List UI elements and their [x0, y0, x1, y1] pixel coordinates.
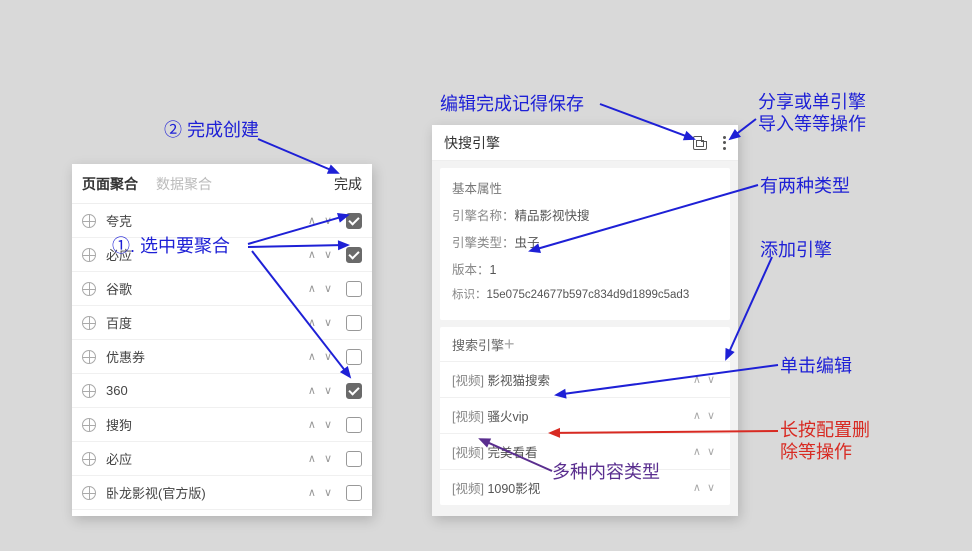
field-value: 精品影视快搜: [515, 209, 590, 223]
chevron-down-icon[interactable]: ∨: [324, 248, 332, 261]
engine-label: 优惠券: [106, 347, 304, 366]
field-value: 15e075c24677b597c834d9d1899c5ad3: [487, 289, 690, 301]
checkbox[interactable]: [346, 417, 362, 433]
list-item[interactable]: 必应 ∧ ∨: [72, 442, 372, 476]
checkbox[interactable]: [346, 451, 362, 467]
annotation: 多种内容类型: [552, 458, 660, 484]
version-row[interactable]: 版本：1: [452, 259, 718, 278]
chevron-down-icon[interactable]: ∨: [707, 481, 715, 494]
list-item[interactable]: 搜狗 ∧ ∨: [72, 408, 372, 442]
engine-label: 360: [106, 383, 304, 398]
basic-attributes-card: 基本属性 引擎名称：精品影视快搜 引擎类型：虫子 版本：1 标识：15e075c…: [440, 168, 730, 320]
chevron-up-icon[interactable]: ∧: [693, 445, 701, 458]
globe-icon: [82, 384, 96, 398]
annotation: 有两种类型: [760, 172, 850, 198]
content-tag: [视频]: [452, 442, 484, 461]
globe-icon: [82, 452, 96, 466]
list-item[interactable]: 动漫010 ∧ ∨: [72, 510, 372, 516]
chevron-up-icon[interactable]: ∧: [308, 248, 316, 261]
chevron-up-icon[interactable]: ∧: [308, 486, 316, 499]
globe-icon: [82, 214, 96, 228]
chevron-down-icon[interactable]: ∨: [324, 282, 332, 295]
section-title: 基本属性: [452, 178, 718, 197]
engine-name: 骚火vip: [487, 406, 528, 425]
chevron-up-icon[interactable]: ∧: [308, 418, 316, 431]
chevron-up-icon[interactable]: ∧: [693, 481, 701, 494]
chevron-up-icon[interactable]: ∧: [308, 282, 316, 295]
globe-icon: [82, 418, 96, 432]
id-row[interactable]: 标识：15e075c24677b597c834d9d1899c5ad3: [452, 286, 718, 302]
list-item[interactable]: 谷歌 ∧ ∨: [72, 272, 372, 306]
engine-label: 卧龙影视(官方版): [106, 483, 304, 502]
content-tag: [视频]: [452, 406, 484, 425]
checkbox[interactable]: [346, 485, 362, 501]
reorder-controls[interactable]: ∧ ∨: [304, 248, 336, 261]
engine-label: 搜狗: [106, 415, 304, 434]
engine-label: 百度: [106, 313, 304, 332]
chevron-down-icon[interactable]: ∨: [707, 445, 715, 458]
engine-label: 夸克: [106, 211, 304, 230]
checkbox[interactable]: [346, 383, 362, 399]
add-icon[interactable]: +: [504, 334, 515, 355]
globe-icon: [82, 486, 96, 500]
reorder-controls[interactable]: ∧ ∨: [304, 384, 336, 397]
chevron-up-icon[interactable]: ∧: [308, 350, 316, 363]
annotation: 导入等等操作: [758, 110, 866, 136]
reorder-controls[interactable]: ∧ ∨: [690, 409, 718, 422]
content-tag: [视频]: [452, 478, 484, 497]
list-item[interactable]: 卧龙影视(官方版) ∧ ∨: [72, 476, 372, 510]
chevron-down-icon[interactable]: ∨: [324, 452, 332, 465]
left-screen: 页面聚合 数据聚合 完成 夸克 ∧ ∨ 必应 ∧ ∨ 谷歌 ∧ ∨ 百度: [72, 164, 372, 516]
chevron-up-icon[interactable]: ∧: [693, 409, 701, 422]
annotation: 单击编辑: [780, 352, 852, 378]
field-value: 1: [490, 263, 497, 277]
tab-data-aggregate[interactable]: 数据聚合: [156, 174, 212, 194]
engine-name: 1090影视: [487, 478, 540, 497]
reorder-controls[interactable]: ∧ ∨: [304, 486, 336, 499]
annotation: ② 完成创建: [164, 116, 259, 142]
globe-icon: [82, 350, 96, 364]
chevron-down-icon[interactable]: ∨: [324, 316, 332, 329]
chevron-down-icon[interactable]: ∨: [707, 409, 715, 422]
reorder-controls[interactable]: ∧ ∨: [690, 481, 718, 494]
reorder-controls[interactable]: ∧ ∨: [304, 418, 336, 431]
page-title: 快搜引擎: [444, 133, 500, 153]
engine-name: 影视猫搜索: [487, 370, 550, 389]
section-title: 搜索引擎: [452, 335, 504, 354]
annotation: ①. 选中要聚合: [112, 232, 230, 258]
annotation: 编辑完成记得保存: [440, 90, 584, 116]
list-item[interactable]: 百度 ∧ ∨: [72, 306, 372, 340]
reorder-controls[interactable]: ∧ ∨: [690, 445, 718, 458]
globe-icon: [82, 248, 96, 262]
field-label: 标识：: [452, 289, 487, 301]
engine-label: 必应: [106, 449, 304, 468]
field-label: 版本：: [452, 263, 490, 277]
chevron-down-icon[interactable]: ∨: [324, 384, 332, 397]
chevron-up-icon[interactable]: ∧: [308, 452, 316, 465]
chevron-up-icon[interactable]: ∧: [308, 384, 316, 397]
search-engine-item[interactable]: [视频] 骚火vip ∧ ∨: [440, 397, 730, 433]
content-tag: [视频]: [452, 370, 484, 389]
reorder-controls[interactable]: ∧ ∨: [304, 452, 336, 465]
reorder-controls[interactable]: ∧ ∨: [304, 282, 336, 295]
search-engines-header: 搜索引擎 +: [440, 327, 730, 361]
list-item[interactable]: 360 ∧ ∨: [72, 374, 372, 408]
checkbox[interactable]: [346, 315, 362, 331]
annotation: 除等操作: [780, 438, 852, 464]
field-label: 引擎类型：: [452, 236, 515, 250]
field-label: 引擎名称：: [452, 209, 515, 223]
chevron-down-icon[interactable]: ∨: [324, 418, 332, 431]
globe-icon: [82, 316, 96, 330]
checkbox[interactable]: [346, 281, 362, 297]
globe-icon: [82, 282, 96, 296]
chevron-down-icon[interactable]: ∨: [324, 486, 332, 499]
tab-page-aggregate[interactable]: 页面聚合: [82, 174, 138, 194]
checkbox[interactable]: [346, 349, 362, 365]
